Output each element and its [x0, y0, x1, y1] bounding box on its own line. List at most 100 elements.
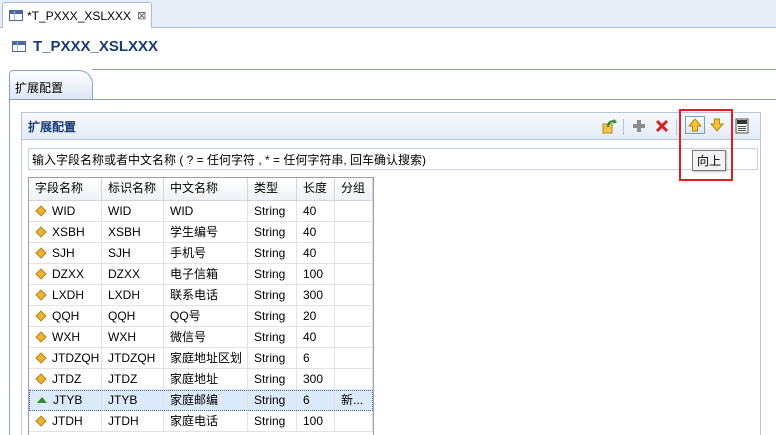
cell-text: XSBH [52, 224, 85, 239]
table-cell: 家庭电话 [164, 411, 248, 432]
table-row[interactable]: JTDH JTDH 家庭电话 String 100 [29, 411, 373, 432]
table-body: WID WID WID String 40 XSBH XSBH 学生编号 String 40 SJH… [29, 201, 373, 432]
table-cell: LXDH [29, 285, 102, 306]
highlight-box [679, 109, 733, 181]
table-cell: JTDZQH [29, 348, 102, 369]
table-cell: 学生编号 [164, 222, 248, 243]
cell-text: JTDH [52, 413, 83, 428]
table-row[interactable]: QQH QQH QQ号 String 20 [29, 306, 373, 327]
refresh-icon[interactable] [602, 118, 618, 134]
editor-tab-bar: *T_PXXX_XSLXXX ⊠ [0, 0, 776, 28]
table-row[interactable]: JTDZQH JTDZQH 家庭地址区划 String 6 [29, 348, 373, 369]
table-cell: String [248, 348, 297, 369]
table-cell: String [248, 306, 297, 327]
toolbar-separator [623, 119, 624, 135]
diamond-icon [35, 289, 47, 301]
table-cell [335, 201, 373, 222]
table-row[interactable]: WXH WXH 微信号 String 40 [29, 327, 373, 348]
table-cell: String [248, 327, 297, 348]
table-cell: 家庭地址区划 [164, 348, 248, 369]
search-input[interactable]: 输入字段名称或者中文名称 ( ? = 任何字符 , * = 任何字符串, 回车确… [28, 148, 758, 170]
diamond-icon [35, 205, 47, 217]
diamond-icon [35, 310, 47, 322]
add-icon[interactable] [631, 118, 647, 134]
column-header[interactable]: 标识名称 [102, 178, 164, 200]
cell-text: WID [52, 203, 76, 218]
table-row[interactable]: DZXX DZXX 电子信箱 String 100 [29, 264, 373, 285]
table-cell: XSBH [29, 222, 102, 243]
table-cell [335, 306, 373, 327]
form-tab-strip: 扩展配置 [0, 64, 776, 100]
table-cell [335, 411, 373, 432]
tab-extension-config[interactable]: 扩展配置 [9, 70, 93, 100]
table-cell: QQ号 [164, 306, 248, 327]
table-cell: 6 [297, 348, 335, 369]
table-cell: WID [29, 201, 102, 222]
table-cell: 300 [297, 285, 335, 306]
cell-text: JTDZ [52, 371, 82, 386]
diamond-icon [35, 268, 47, 280]
column-header[interactable]: 类型 [248, 178, 297, 200]
diamond-icon [35, 352, 47, 364]
table-row[interactable]: WID WID WID String 40 [29, 201, 373, 222]
cell-text: QQH [52, 308, 80, 323]
table-cell: String [248, 285, 297, 306]
table-cell: JTDZ [102, 369, 164, 390]
section-header: 扩展配置 [22, 113, 760, 140]
table-cell: WID [164, 201, 248, 222]
table-cell: SJH [29, 243, 102, 264]
table-cell: LXDH [102, 285, 164, 306]
table-cell [335, 327, 373, 348]
table-cell: String [248, 264, 297, 285]
table-cell: DZXX [102, 264, 164, 285]
table-cell: 微信号 [164, 327, 248, 348]
table-cell [335, 285, 373, 306]
close-icon[interactable]: ⊠ [137, 9, 146, 22]
cell-text: DZXX [52, 266, 85, 281]
table-cell [335, 243, 373, 264]
table-row[interactable]: LXDH LXDH 联系电话 String 300 [29, 285, 373, 306]
table-cell: WID [102, 201, 164, 222]
table-cell: 40 [297, 327, 335, 348]
cell-text: JTYB [53, 392, 83, 407]
table-cell: 手机号 [164, 243, 248, 264]
column-header[interactable]: 长度 [297, 178, 335, 200]
column-header[interactable]: 中文名称 [164, 178, 248, 200]
table-cell [335, 222, 373, 243]
table-cell: 电子信箱 [164, 264, 248, 285]
table-row[interactable]: XSBH XSBH 学生编号 String 40 [29, 222, 373, 243]
table-cell: 家庭邮编 [164, 390, 248, 411]
page-title: T_PXXX_XSLXXX [33, 37, 159, 55]
table-cell: JTDZQH [102, 348, 164, 369]
sql-icon[interactable] [734, 118, 750, 134]
table-cell: 100 [297, 411, 335, 432]
table-row[interactable]: SJH SJH 手机号 String 40 [29, 243, 373, 264]
editor-tab[interactable]: *T_PXXX_XSLXXX ⊠ [2, 2, 152, 28]
table-icon [12, 40, 26, 52]
column-header[interactable]: 分组 [335, 178, 373, 200]
table-cell: 40 [297, 243, 335, 264]
table-cell: String [248, 369, 297, 390]
table-cell: DZXX [29, 264, 102, 285]
table-cell: QQH [102, 306, 164, 327]
table-cell: String [248, 201, 297, 222]
toolbar-separator [676, 119, 677, 135]
table-row[interactable]: JTYB JTYB 家庭邮编 String 6 新... [29, 390, 373, 411]
column-header[interactable]: 字段名称 [29, 178, 102, 200]
table-cell [335, 264, 373, 285]
table-cell: 联系电话 [164, 285, 248, 306]
delete-icon[interactable] [654, 118, 670, 134]
editor-tab-label: *T_PXXX_XSLXXX [27, 8, 132, 23]
fields-table: 字段名称 标识名称 中文名称 类型 长度 分组 WID WID WID String 4… [28, 177, 374, 435]
table-cell: 40 [297, 201, 335, 222]
table-cell: QQH [29, 306, 102, 327]
diamond-icon [35, 247, 47, 259]
diamond-icon [35, 226, 47, 238]
table-cell: 100 [297, 264, 335, 285]
table-cell: 新... [335, 390, 373, 411]
cell-text: SJH [52, 245, 75, 260]
table-cell: WXH [29, 327, 102, 348]
table-icon [9, 10, 23, 21]
table-row[interactable]: JTDZ JTDZ 家庭地址 String 300 [29, 369, 373, 390]
table-cell: 家庭地址 [164, 369, 248, 390]
